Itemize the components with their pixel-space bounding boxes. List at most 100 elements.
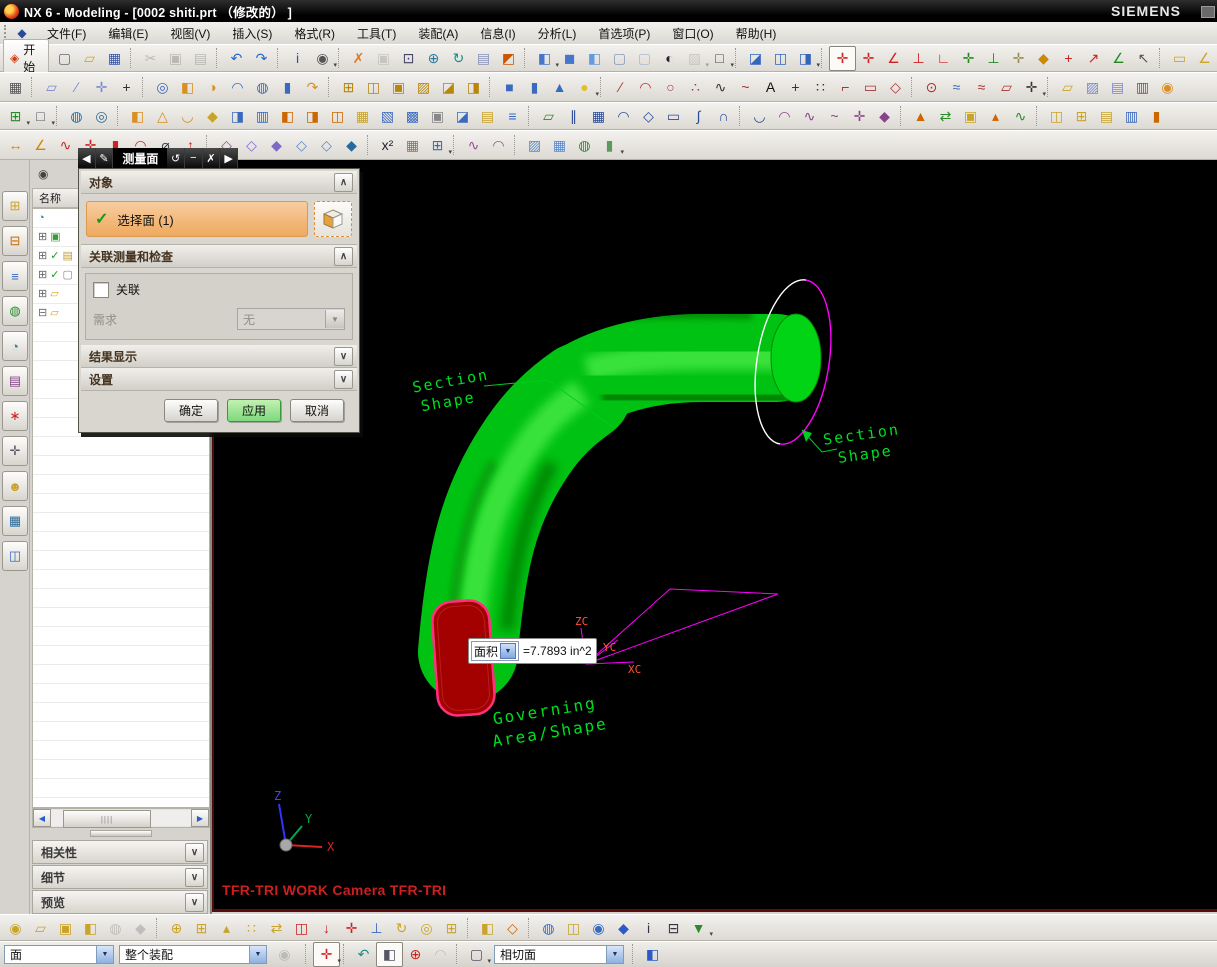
wcs-orient-button[interactable]: ⊥: [906, 47, 931, 70]
object-collapse-icon[interactable]: ∧: [334, 172, 353, 192]
navigator-panel-1[interactable]: 细节 ∨: [32, 865, 208, 889]
through-curves-button[interactable]: ∥: [561, 105, 586, 128]
dynamic-wcs-button[interactable]: ✛: [829, 45, 856, 71]
thicken-button[interactable]: ▩: [400, 105, 425, 128]
shell-button[interactable]: ◨: [225, 105, 250, 128]
move-component-button[interactable]: ✛: [339, 916, 364, 939]
spline-button[interactable]: ∿: [708, 76, 733, 99]
cone-button[interactable]: ▲: [547, 76, 572, 99]
suppress-component-button[interactable]: ↓: [314, 916, 339, 939]
assembly-constraints-button[interactable]: ⊥: [364, 916, 389, 939]
n-sided-surface-button[interactable]: ◇: [636, 105, 661, 128]
extrude-button[interactable]: ◧: [175, 76, 200, 99]
expression-button[interactable]: x²: [375, 134, 400, 157]
measure-type-field[interactable]: 面积 ▼: [471, 641, 520, 661]
through-curve-mesh-button[interactable]: ▦: [586, 105, 611, 128]
pattern-feature-button[interactable]: ⊞: [336, 76, 361, 99]
associative-checkbox[interactable]: [93, 281, 109, 298]
measure-angle-tool-button[interactable]: ∠: [28, 134, 53, 157]
part-navigator-tab[interactable]: ≡: [2, 261, 28, 291]
curve-axis-button[interactable]: ✛: [1019, 76, 1046, 99]
results-section-header[interactable]: 结果显示 ∨: [81, 345, 357, 368]
navigator-filter-icon[interactable]: ◉: [38, 167, 48, 181]
immediate-hide-button[interactable]: ◨: [793, 47, 820, 70]
bounded-plane-button[interactable]: ▭: [661, 105, 686, 128]
new-file-button[interactable]: ▢: [52, 47, 77, 70]
menu-item-5[interactable]: 工具(T): [346, 23, 407, 44]
snap-point-button[interactable]: ✛: [313, 941, 341, 967]
scale-body-button[interactable]: ▣: [425, 105, 450, 128]
copy-button[interactable]: ▣: [163, 47, 188, 70]
menu-item-3[interactable]: 插入(S): [221, 23, 283, 44]
wcs-rotate-button[interactable]: ∠: [881, 47, 906, 70]
emboss-button[interactable]: ▨: [411, 76, 436, 99]
arc-button[interactable]: ◠: [633, 76, 658, 99]
sketch-button[interactable]: ▦: [3, 76, 28, 99]
scrollbar-thumb[interactable]: ||||: [63, 810, 151, 828]
expand-button[interactable]: ▲: [908, 105, 933, 128]
scrollbar-track[interactable]: ||||: [51, 810, 191, 828]
redo-button[interactable]: ↷: [249, 47, 274, 70]
menu-item-9[interactable]: 首选项(P): [587, 23, 661, 44]
green-cylinder-button[interactable]: ▮: [597, 134, 624, 157]
patch-button[interactable]: ▧: [375, 105, 400, 128]
ruled-surface-button[interactable]: ▱: [536, 105, 561, 128]
menu-item-6[interactable]: 装配(A): [407, 23, 469, 44]
show-product-outline-button[interactable]: ◧: [78, 916, 103, 939]
results-expand-icon[interactable]: ∨: [334, 346, 353, 366]
section-curve-button[interactable]: ▱: [994, 76, 1019, 99]
subtract-button[interactable]: ◨: [300, 105, 325, 128]
datum-axis-button[interactable]: ∕: [64, 76, 89, 99]
point-grid-button[interactable]: ∷: [808, 76, 833, 99]
info-cursor-button[interactable]: i: [285, 47, 310, 70]
studio-spline-button[interactable]: ~: [733, 76, 758, 99]
curve-rule-combo[interactable]: 相切面 ▼: [494, 944, 624, 964]
requirement-dropdown-icon[interactable]: ▼: [325, 310, 344, 328]
arrangements-button[interactable]: ▼: [686, 916, 713, 939]
trim-body-button[interactable]: ◪: [436, 76, 461, 99]
product-interface-button[interactable]: ◆: [611, 916, 636, 939]
type-filter-dropdown-icon[interactable]: ▼: [96, 945, 113, 963]
revolve-button[interactable]: ◑: [200, 76, 225, 99]
navigator-horizontal-scrollbar[interactable]: ◀ |||| ▶: [32, 808, 210, 828]
measure-type-dropdown-icon[interactable]: ▼: [500, 643, 517, 659]
undo-button[interactable]: ↶: [224, 47, 249, 70]
csys-x-axis-button[interactable]: ∟: [931, 47, 956, 70]
refresh-view-button[interactable]: ↻: [446, 47, 471, 70]
extend-sheet-button[interactable]: ▤: [475, 105, 500, 128]
visualization-palette-tab[interactable]: ∗: [2, 401, 28, 431]
edge-blend-button[interactable]: ◡: [175, 105, 200, 128]
rotate-point-button[interactable]: ⊕: [403, 943, 428, 966]
dialog-minimize-icon[interactable]: −: [184, 148, 203, 168]
scroll-right-button[interactable]: ▶: [191, 809, 209, 827]
sphere-button[interactable]: ●: [572, 76, 599, 99]
thread-button[interactable]: ▥: [250, 105, 275, 128]
text-curve-button[interactable]: A: [758, 76, 783, 99]
point-dialog-button[interactable]: +: [1056, 47, 1081, 70]
assembly-navigator-tab[interactable]: ⊞: [2, 191, 28, 221]
selection-find-button[interactable]: ◉: [272, 943, 297, 966]
orient-view-button[interactable]: ◩: [496, 47, 521, 70]
styled-sweep-button[interactable]: ~: [822, 105, 847, 128]
apply-button[interactable]: 应用: [227, 399, 281, 422]
curve-analysis-button[interactable]: ∿: [461, 134, 486, 157]
menu-item-2[interactable]: 视图(V): [159, 23, 221, 44]
requirement-dropdown[interactable]: 无 ▼: [237, 308, 345, 330]
open-component-button[interactable]: ▱: [28, 916, 53, 939]
offset-face-button[interactable]: ◧: [125, 105, 150, 128]
csys-z-axis-button[interactable]: ⊥: [981, 47, 1006, 70]
show-hide-button[interactable]: ◪: [743, 47, 768, 70]
static-wireframe-button[interactable]: ▢: [632, 47, 657, 70]
visual-editor-button[interactable]: ▦: [400, 134, 425, 157]
measure-distance-button[interactable]: ↔: [3, 134, 28, 157]
split-body-button[interactable]: ◨: [461, 76, 486, 99]
wcs-origin-button[interactable]: ✛: [856, 47, 881, 70]
circle-button[interactable]: ○: [658, 76, 683, 99]
offset-curve-button[interactable]: ▱: [1055, 76, 1080, 99]
rollback-button[interactable]: ↶: [351, 943, 376, 966]
surface-continuity-button[interactable]: ◠: [486, 134, 511, 157]
panel-splitter[interactable]: [90, 830, 152, 837]
composite-curve-button[interactable]: ∿: [1008, 105, 1033, 128]
styled-blend-button[interactable]: ∿: [797, 105, 822, 128]
circle-center-button[interactable]: ⊙: [919, 76, 944, 99]
